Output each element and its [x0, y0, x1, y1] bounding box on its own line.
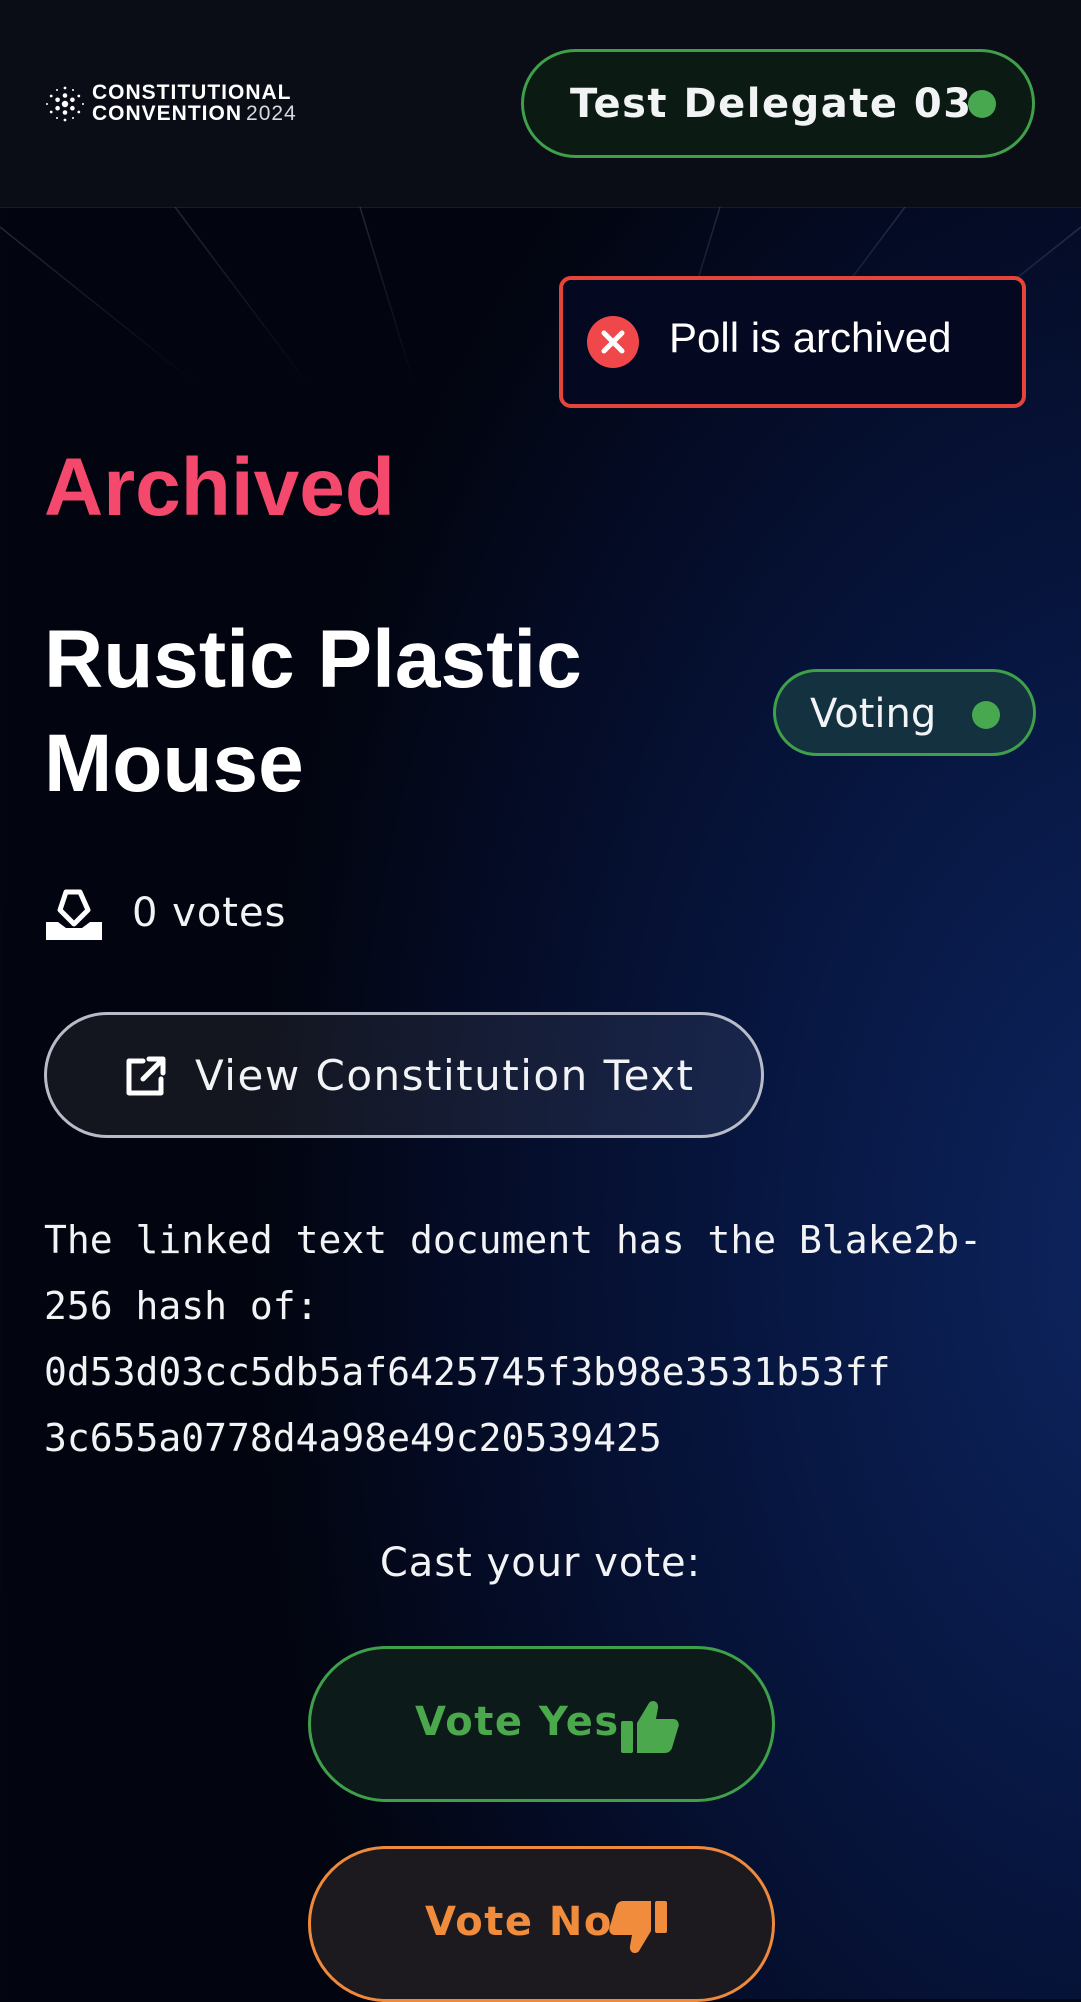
hash-line: 256 hash of: — [44, 1284, 319, 1328]
connected-status-dot — [968, 90, 996, 118]
error-x-icon — [587, 316, 639, 368]
cardano-logo-icon — [46, 86, 84, 122]
logo-title: CONSTITUTIONAL — [92, 81, 292, 104]
ballot-box-icon — [46, 889, 102, 940]
vote-yes-label: Vote Yes — [415, 1699, 620, 1745]
view-constitution-button[interactable]: View Constitution Text — [44, 1012, 764, 1138]
thumbs-down-icon — [609, 1901, 667, 1954]
poll-phase-label: Voting — [810, 691, 937, 737]
view-constitution-label: View Constitution Text — [195, 1051, 695, 1100]
delegate-name: Test Delegate 03 — [570, 80, 973, 127]
poll-status-label: Archived — [44, 442, 395, 533]
external-link-icon — [126, 1056, 166, 1096]
vote-no-label: Vote No — [425, 1899, 613, 1945]
vote-no-button[interactable]: Vote No — [308, 1846, 775, 2002]
app-header: CONSTITUTIONAL CONVENTION 2024 Test Deleg… — [0, 0, 1081, 208]
logo[interactable]: CONSTITUTIONAL CONVENTION 2024 — [44, 80, 334, 128]
phase-status-dot — [972, 701, 1000, 729]
votes-count-text: 0 votes — [132, 890, 287, 936]
poll-title: Rustic Plastic Mouse — [44, 614, 582, 809]
toast-message: Poll is archived — [669, 314, 952, 361]
cast-vote-prompt: Cast your vote: — [379, 1540, 702, 1586]
vote-yes-button[interactable]: Vote Yes — [308, 1646, 775, 1802]
document-hash-text: The linked text document has the Blake2b… — [44, 1207, 1034, 1471]
error-toast: Poll is archived — [559, 276, 1026, 408]
hash-line: The linked text document has the Blake2b… — [44, 1218, 982, 1262]
hash-line: 0d53d03cc5db5af6425745f3b98e3531b53ff — [44, 1350, 891, 1394]
delegate-account-button[interactable]: Test Delegate 03 — [521, 49, 1035, 158]
hash-line: 3c655a0778d4a98e49c20539425 — [44, 1416, 662, 1460]
logo-year: 2024 — [246, 102, 297, 125]
poll-phase-badge: Voting — [773, 669, 1036, 756]
thumbs-up-icon — [621, 1700, 679, 1753]
logo-subtitle: CONVENTION — [92, 102, 243, 125]
